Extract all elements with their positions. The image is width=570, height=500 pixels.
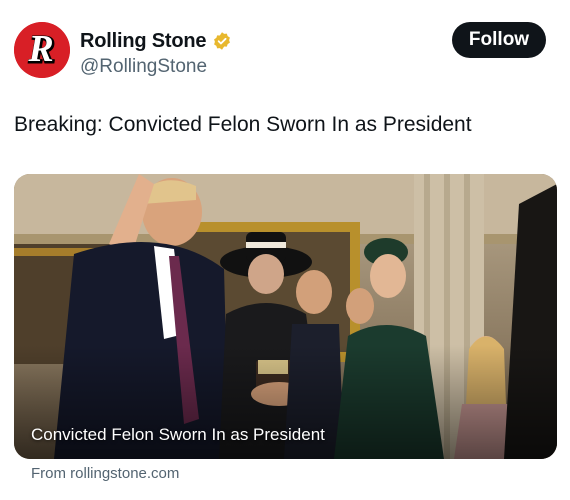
- tweet-header: R R Rolling Stone @RollingStone Follow: [14, 22, 554, 80]
- verified-badge-icon: [214, 32, 231, 50]
- tweet-text: Breaking: Convicted Felon Sworn In as Pr…: [14, 113, 472, 136]
- follow-button[interactable]: Follow: [452, 22, 546, 58]
- link-card-image: [14, 174, 557, 459]
- rolling-stone-logo-icon: R R: [14, 22, 70, 78]
- handle[interactable]: @RollingStone: [80, 56, 232, 78]
- link-card-caption: Convicted Felon Sworn In as President: [31, 425, 325, 444]
- link-card-source[interactable]: From rollingstone.com: [31, 465, 179, 482]
- link-card[interactable]: Convicted Felon Sworn In as President: [14, 174, 557, 459]
- svg-text:R: R: [27, 28, 53, 70]
- avatar[interactable]: R R: [14, 22, 70, 78]
- account-names: Rolling Stone @RollingStone: [80, 28, 232, 78]
- display-name[interactable]: Rolling Stone: [80, 30, 206, 53]
